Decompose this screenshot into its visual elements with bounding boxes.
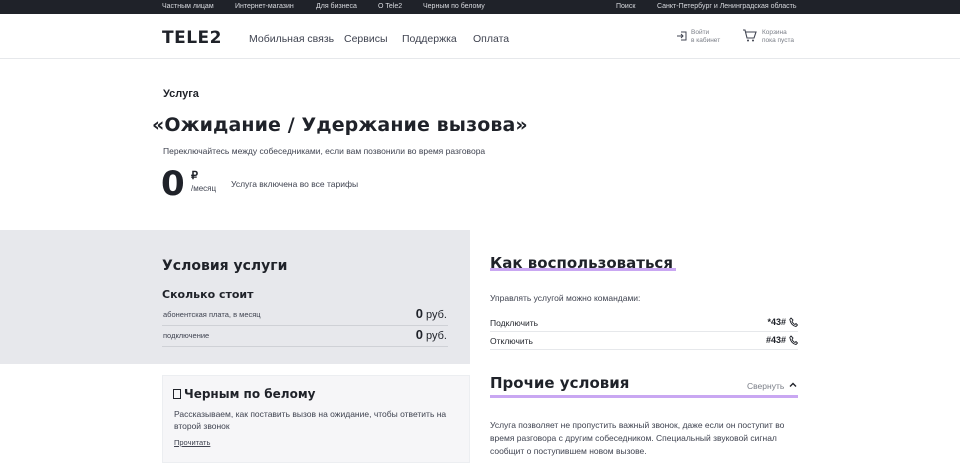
cost-row-label: подключение [163, 331, 210, 340]
command-label: Отключить [490, 336, 533, 346]
page-subtitle: Переключайтесь между собеседниками, если… [163, 146, 486, 156]
service-eyebrow: Услуга [163, 88, 199, 100]
main-header: TELE2 Мобильная связь Сервисы Поддержка … [0, 14, 960, 59]
price-value: 0 [161, 164, 185, 204]
conditions-title: Условия услуги [162, 258, 288, 274]
topbar-region-selector[interactable]: Санкт-Петербург и Ленинградская область [657, 2, 797, 12]
cost-row-value: 0 руб. [416, 306, 447, 321]
cost-amount: 0 [415, 327, 424, 342]
article-title-text: Черным по белому [184, 387, 316, 401]
document-icon [173, 389, 181, 399]
command-label: Подключить [490, 318, 539, 328]
cost-row-value: 0 руб. [416, 327, 447, 342]
cost-row-label: абонентская плата, в месяц [163, 310, 261, 319]
article-card[interactable]: Черным по белому Рассказываем, как поста… [162, 375, 470, 463]
how-intro: Управлять услугой можно командами: [490, 293, 641, 303]
topbar-link-business[interactable]: Для бизнеса [316, 2, 357, 12]
tele2-logo[interactable]: TELE2 [162, 28, 222, 48]
cart-status: пока пуста [762, 37, 795, 44]
other-title: Прочие условия [490, 374, 630, 392]
nav-payment[interactable]: Оплата [473, 33, 509, 45]
phone-icon[interactable] [789, 317, 798, 327]
other-section-divider [490, 395, 798, 398]
price-currency: ₽ [191, 170, 198, 182]
article-read-link[interactable]: Прочитать [174, 438, 210, 447]
login-label[interactable]: Войти [691, 29, 709, 37]
cost-row: подключение 0 руб. [162, 326, 448, 347]
command-code[interactable]: #43# [766, 335, 786, 345]
price-period: /месяц [191, 184, 217, 193]
nav-mobile[interactable]: Мобильная связь [249, 33, 334, 45]
cost-row: абонентская плата, в месяц 0 руб. [162, 305, 448, 326]
cost-unit: руб. [426, 330, 447, 342]
topbar-link-private[interactable]: Частным лицам [162, 2, 214, 12]
article-title: Черным по белому [173, 387, 315, 401]
login-icon[interactable] [676, 30, 688, 42]
phone-icon[interactable] [789, 335, 798, 345]
cart-icon[interactable] [742, 29, 757, 42]
cart-label[interactable]: Корзина [762, 29, 787, 37]
login-label-sub[interactable]: в кабинет [691, 37, 720, 45]
topbar-link-blog[interactable]: Черным по белому [423, 2, 485, 12]
collapse-button[interactable]: Свернуть [747, 381, 784, 391]
topbar-link-shop[interactable]: Интернет-магазин [235, 2, 294, 12]
cost-unit: руб. [426, 309, 447, 321]
other-conditions-text: Услуга позволяет не пропустить важный зв… [490, 420, 785, 456]
page-title: «Ожидание / Удержание вызова» [152, 114, 528, 136]
top-utility-bar: Частным лицам Интернет-магазин Для бизне… [0, 0, 960, 14]
nav-services[interactable]: Сервисы [344, 33, 388, 45]
nav-support[interactable]: Поддержка [402, 33, 457, 45]
article-description: Рассказываем, как поставить вызов на ожи… [174, 409, 447, 431]
cost-title: Сколько стоит [162, 288, 254, 301]
command-row: Отключить #43# [490, 332, 798, 350]
cost-amount: 0 [415, 306, 424, 321]
topbar-link-about[interactable]: О Tele2 [378, 2, 402, 12]
how-title: Как воспользоваться [490, 254, 673, 272]
command-row: Подключить *43# [490, 314, 798, 332]
chevron-up-icon[interactable] [788, 380, 798, 390]
topbar-search-link[interactable]: Поиск [616, 2, 635, 12]
price-note: Услуга включена во все тарифы [231, 179, 359, 189]
command-code[interactable]: *43# [767, 317, 786, 327]
